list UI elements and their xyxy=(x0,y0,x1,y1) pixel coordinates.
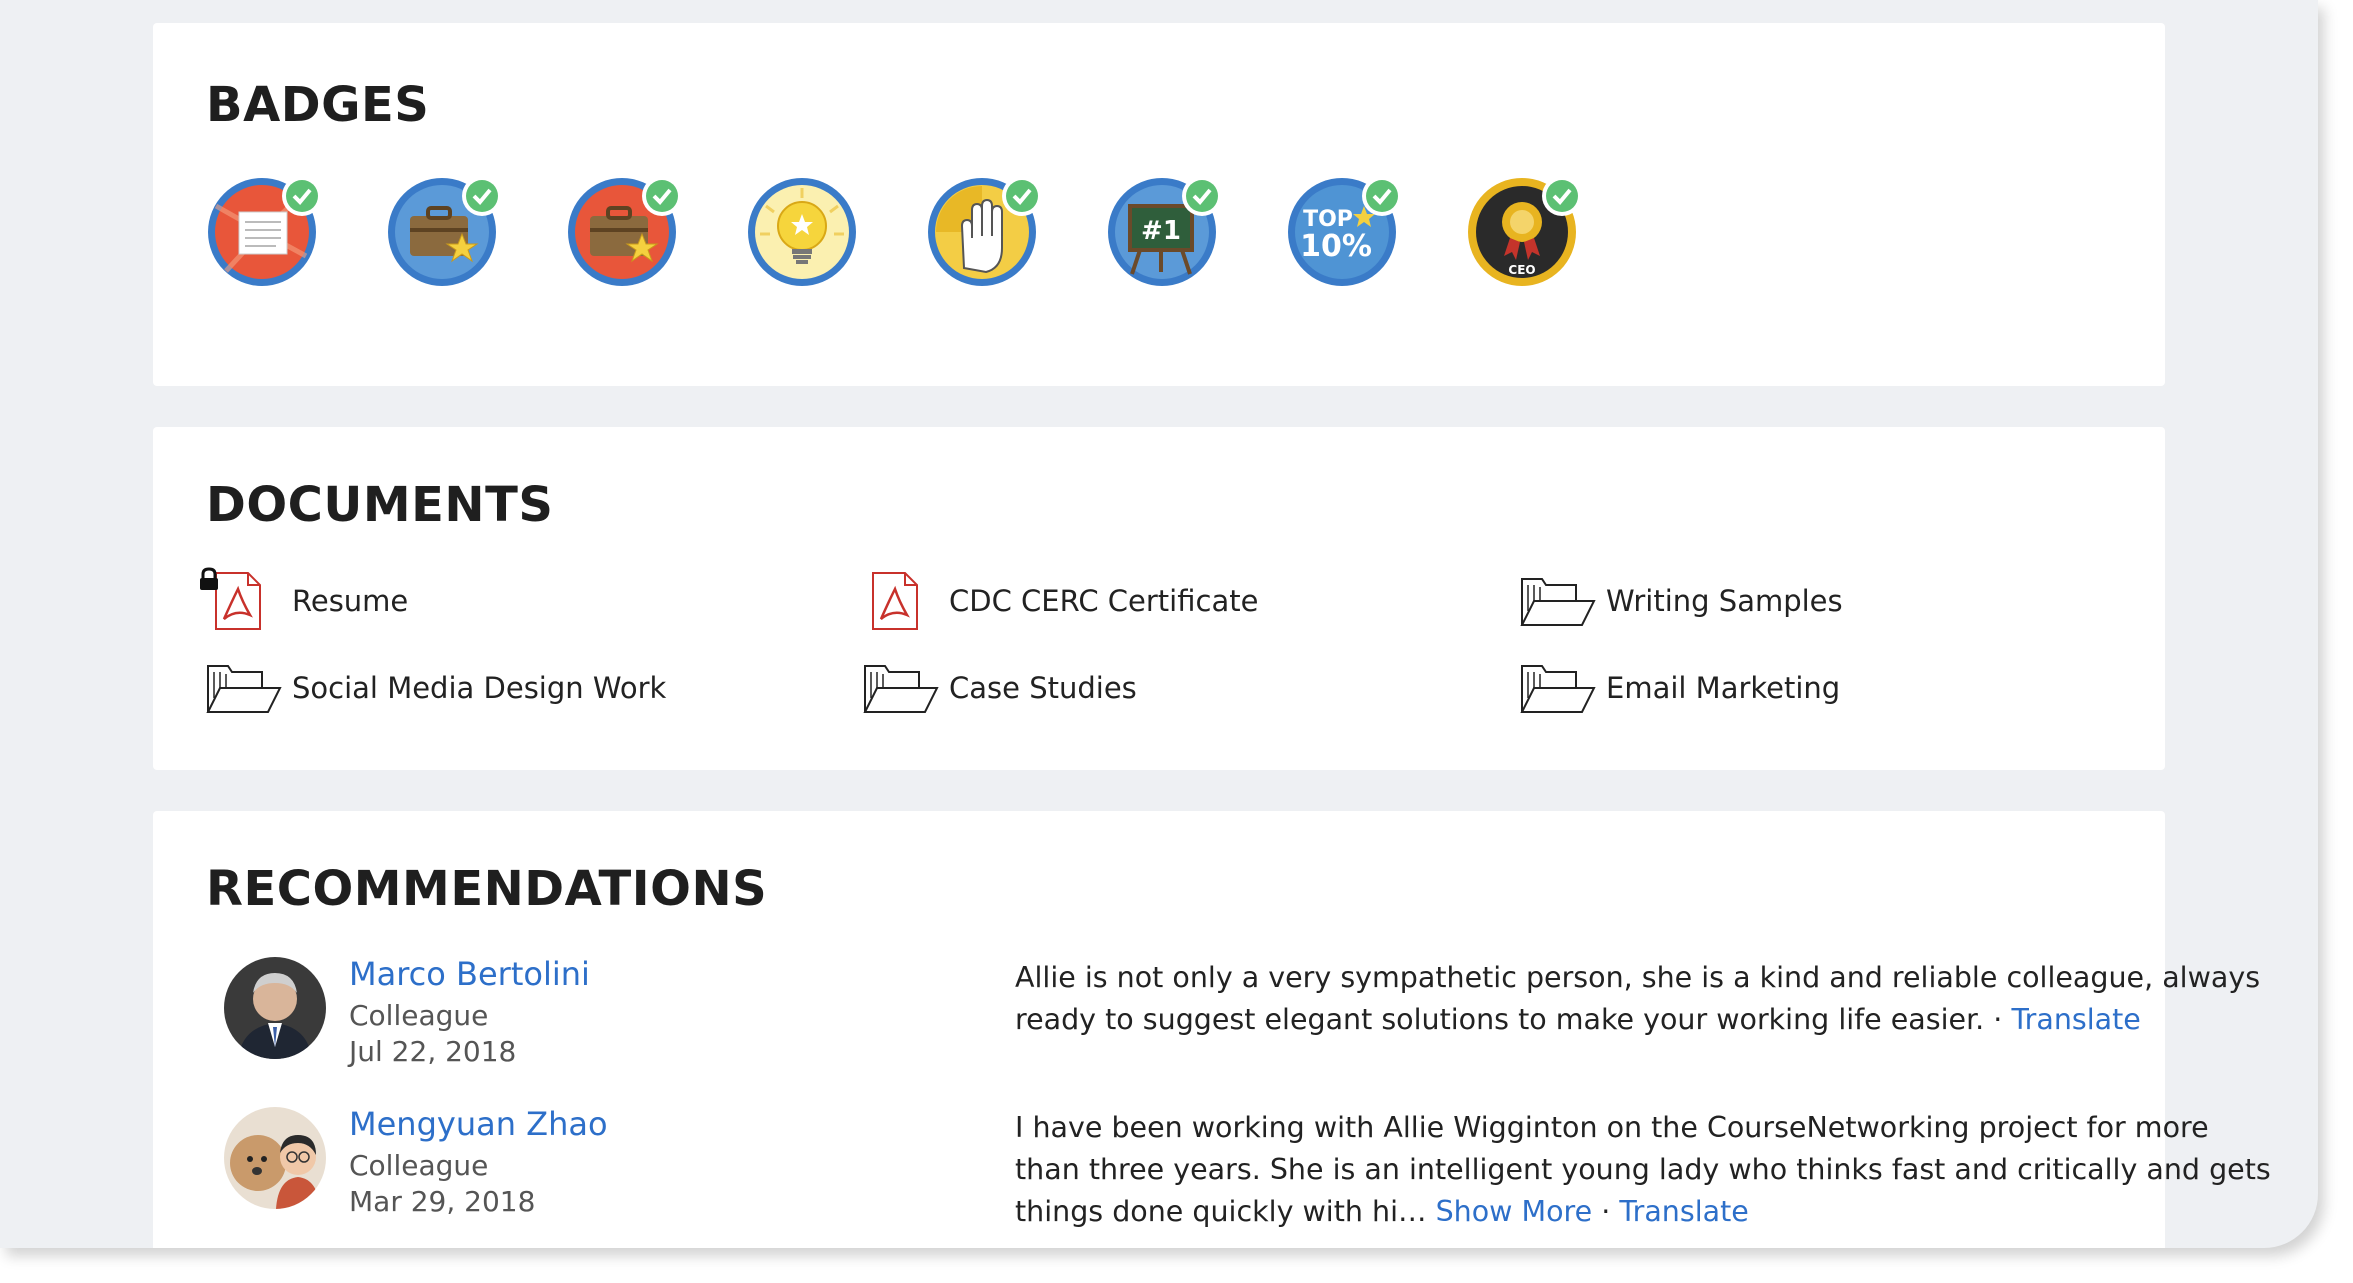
document-label: Email Marketing xyxy=(1606,671,1841,705)
page-frame: BADGES #1 TOP 10% CEO DOCUMENTS Resume C… xyxy=(0,0,2318,1248)
person-photo-icon xyxy=(224,957,326,1059)
recommender-name-link[interactable]: Mengyuan Zhao xyxy=(349,1105,608,1143)
badge-raised-hand[interactable] xyxy=(926,176,1042,302)
recommendation-text: I have been working with Allie Wigginton… xyxy=(1015,1107,2275,1233)
top-10-percent-badge-icon: TOP 10% xyxy=(1288,176,1402,286)
number-one-chalkboard-badge-icon: #1 xyxy=(1108,176,1222,286)
badge-briefcase-star[interactable] xyxy=(386,176,502,302)
badge-ceo[interactable]: CEO xyxy=(1466,176,1582,302)
badges-card: BADGES #1 TOP 10% CEO xyxy=(153,23,2165,386)
document-email-marketing[interactable]: Email Marketing xyxy=(1520,658,1840,718)
show-more-link[interactable]: Show More xyxy=(1436,1195,1593,1228)
recommendations-title: RECOMMENDATIONS xyxy=(206,861,768,917)
briefcase-star-red-badge-icon xyxy=(568,176,682,286)
document-label: CDC CERC Certificate xyxy=(949,584,1259,618)
document-label: Writing Samples xyxy=(1606,584,1843,618)
lock-icon xyxy=(200,567,218,590)
badge-number-one[interactable]: #1 xyxy=(1106,176,1222,302)
documents-title: DOCUMENTS xyxy=(206,477,554,533)
document-writing-samples[interactable]: Writing Samples xyxy=(1520,571,1843,631)
pdf-file-icon xyxy=(872,572,918,630)
avatar[interactable] xyxy=(224,1107,326,1209)
ceo-medal-badge-icon: CEO xyxy=(1468,176,1582,286)
svg-text:10%: 10% xyxy=(1300,229,1372,264)
raised-hand-badge-icon xyxy=(928,176,1042,286)
translate-link[interactable]: Translate xyxy=(1619,1195,1748,1228)
document-case-studies[interactable]: Case Studies xyxy=(863,658,1137,718)
folder-icon xyxy=(206,665,282,713)
svg-text:CEO: CEO xyxy=(1508,263,1535,277)
badge-lightbulb[interactable] xyxy=(746,178,858,302)
recommender-role: Colleague xyxy=(349,1149,489,1182)
recommendations-card: RECOMMENDATIONS Marco Bertolini Colleagu… xyxy=(153,811,2271,1248)
badge-briefcase-star-red[interactable] xyxy=(566,176,682,302)
briefcase-star-badge-icon xyxy=(388,176,502,286)
badge-document[interactable] xyxy=(206,176,322,302)
document-label: Case Studies xyxy=(949,671,1137,705)
person-with-dog-photo-icon xyxy=(224,1107,326,1209)
document-resume[interactable]: Resume xyxy=(200,567,409,631)
lightbulb-badge-icon xyxy=(748,178,856,286)
avatar[interactable] xyxy=(224,957,326,1059)
recommendation-text: Allie is not only a very sympathetic per… xyxy=(1015,957,2275,1041)
document-cdc-cerc-certificate[interactable]: CDC CERC Certificate xyxy=(863,571,1258,631)
recommendation-date: Jul 22, 2018 xyxy=(349,1035,517,1068)
recommender-name-link[interactable]: Marco Bertolini xyxy=(349,955,590,993)
recommendation-date: Mar 29, 2018 xyxy=(349,1185,536,1218)
badges-title: BADGES xyxy=(206,77,430,133)
badge-top-10[interactable]: TOP 10% xyxy=(1286,176,1402,302)
separator: · xyxy=(1592,1195,1620,1228)
folder-icon xyxy=(1520,578,1596,626)
document-label: Social Media Design Work xyxy=(292,671,667,705)
translate-link[interactable]: Translate xyxy=(2011,1003,2140,1036)
recommender-role: Colleague xyxy=(349,999,489,1032)
document-label: Resume xyxy=(292,584,409,618)
svg-text:#1: #1 xyxy=(1141,216,1181,246)
folder-icon xyxy=(1520,665,1596,713)
document-badge-icon xyxy=(208,176,322,286)
document-social-media-design-work[interactable]: Social Media Design Work xyxy=(206,658,666,718)
separator: · xyxy=(1984,1003,2012,1036)
documents-card: DOCUMENTS Resume CDC CERC Certificate Wr… xyxy=(153,427,2165,770)
folder-icon xyxy=(863,665,939,713)
